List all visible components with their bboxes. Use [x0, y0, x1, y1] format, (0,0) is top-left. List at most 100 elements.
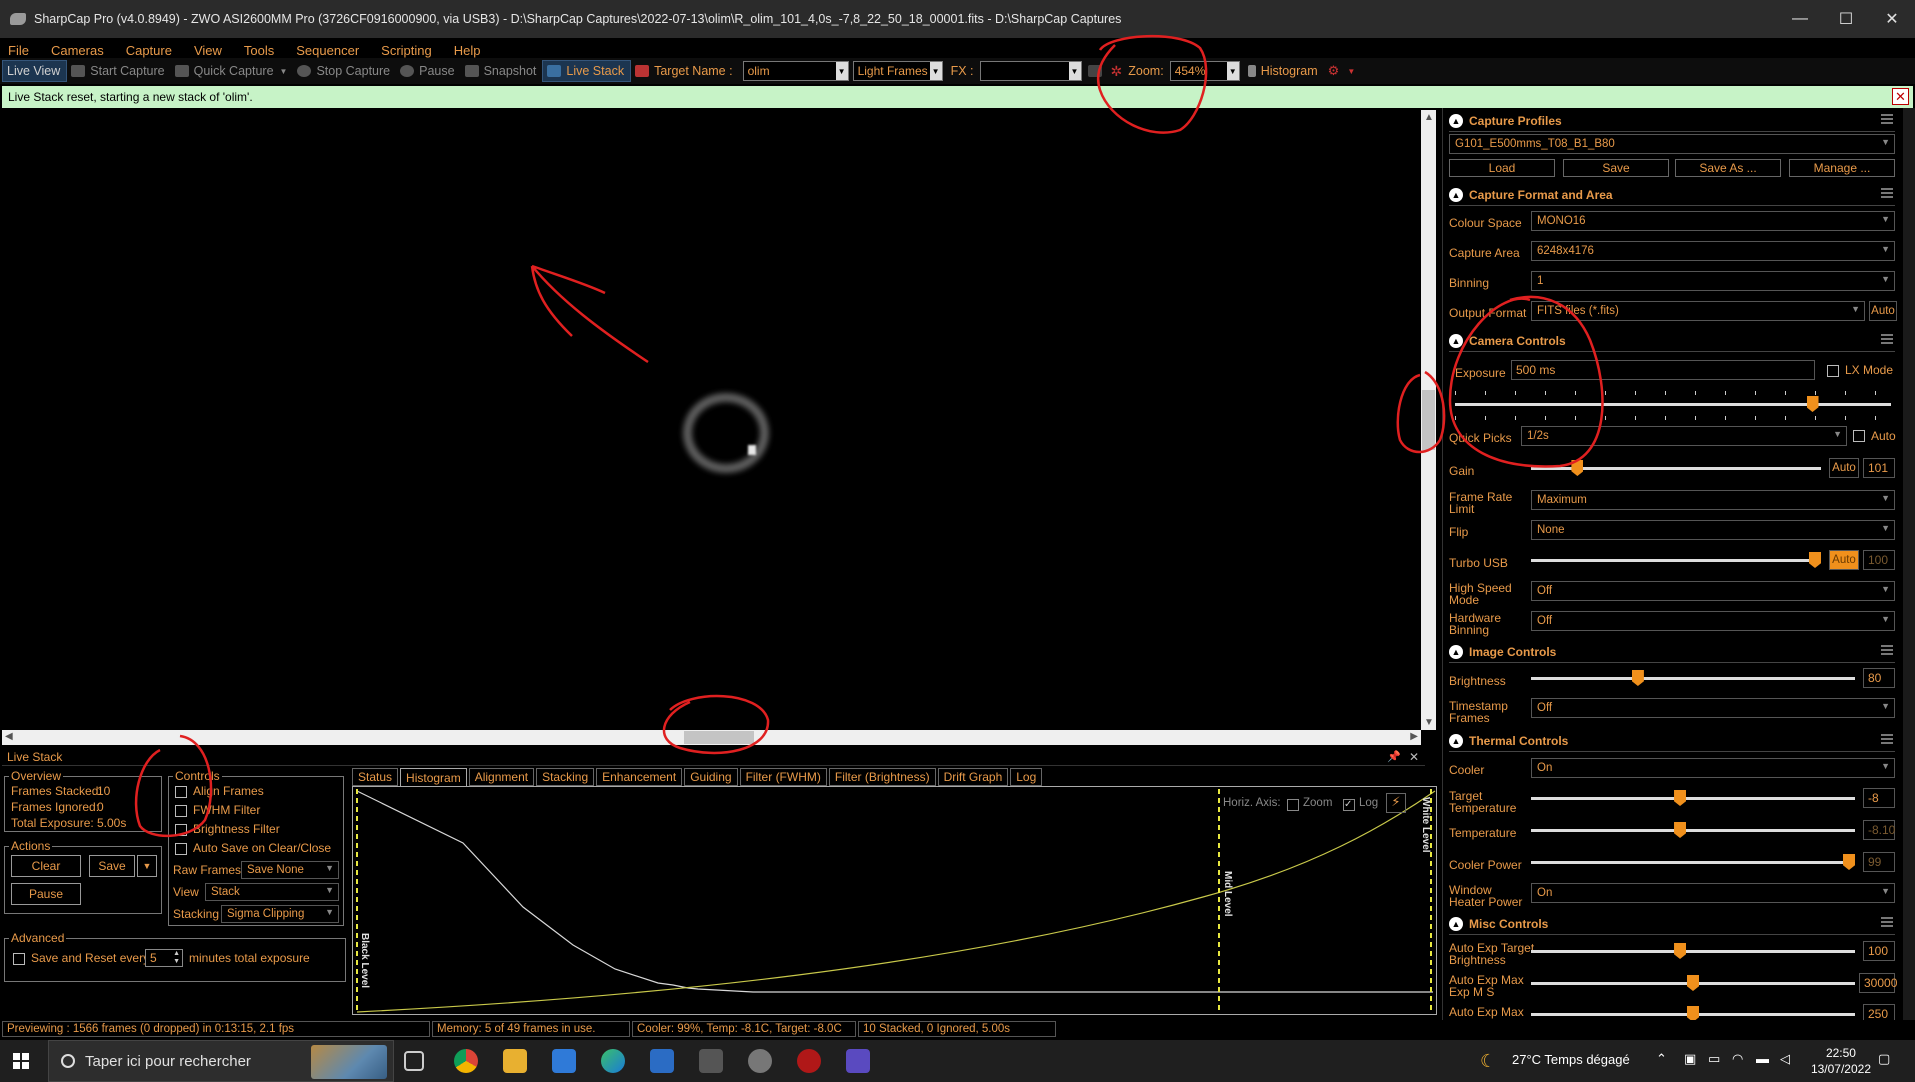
chevron-down-icon[interactable]: ▼ [1347, 67, 1355, 76]
pause-button[interactable]: Pause [396, 60, 460, 82]
save-reset-minutes-input[interactable]: 5 ▲ ▼ [145, 949, 183, 967]
auto-exp-target-slider[interactable] [1531, 943, 1855, 959]
tray-chevron-up-icon[interactable]: ⌃ [1656, 1051, 1667, 1067]
binning-select[interactable]: 1 ▼ [1531, 271, 1895, 291]
chevron-up-icon[interactable]: ▲ [1449, 333, 1463, 348]
zoom-checkbox[interactable] [1287, 799, 1299, 811]
save-profile-button[interactable]: Save [1563, 159, 1669, 177]
menu-tools[interactable]: Tools [244, 43, 274, 58]
tab-log[interactable]: Log [1010, 768, 1043, 786]
gain-slider[interactable] [1531, 460, 1821, 476]
brightness-slider[interactable] [1531, 670, 1855, 686]
mail-icon[interactable] [552, 1049, 576, 1073]
chrome-icon[interactable] [454, 1049, 478, 1073]
hardware-binning-select[interactable]: Off ▼ [1531, 611, 1895, 631]
gain-slider-knob[interactable] [1571, 460, 1584, 476]
chevron-down-icon[interactable]: ▼ [1881, 584, 1890, 594]
viewport-vertical-scrollbar[interactable]: ▲ ▼ [1421, 110, 1436, 730]
chevron-down-icon[interactable]: ▼ [1068, 62, 1081, 80]
tab-filter-fwhm[interactable]: Filter (FWHM) [739, 768, 827, 786]
edge-icon[interactable] [601, 1049, 625, 1073]
spinner-icon[interactable]: ▲ ▼ [173, 950, 180, 966]
timestamp-select[interactable]: Off ▼ [1531, 698, 1895, 718]
live-view-button[interactable]: Live View [2, 60, 68, 82]
fwhm-filter-checkbox[interactable] [175, 805, 187, 817]
auto-exp-max2-slider[interactable] [1531, 1006, 1855, 1020]
scroll-left-icon[interactable]: ◀ [5, 731, 13, 742]
menu-sequencer[interactable]: Sequencer [296, 43, 359, 58]
file-explorer-icon[interactable] [503, 1049, 527, 1073]
chevron-down-icon[interactable]: ▼ [1881, 137, 1890, 147]
tab-status[interactable]: Status [352, 768, 399, 786]
reticule-button[interactable]: ✲ [1109, 60, 1125, 82]
minimize-button[interactable]: — [1777, 0, 1823, 38]
chevron-down-icon[interactable]: ▼ [137, 855, 157, 877]
align-frames-checkbox[interactable] [175, 786, 187, 798]
turbo-usb-input[interactable]: 100 [1863, 550, 1895, 570]
tab-drift-graph[interactable]: Drift Graph [937, 768, 1009, 786]
chevron-down-icon[interactable]: ▼ [1881, 274, 1890, 284]
chevron-down-icon[interactable]: ▼ [1881, 701, 1890, 711]
menu-capture[interactable]: Capture [126, 43, 172, 58]
tab-enhancement[interactable]: Enhancement [596, 768, 683, 786]
tab-stacking[interactable]: Stacking [536, 768, 595, 786]
manage-profiles-button[interactable]: Manage ... [1789, 159, 1895, 177]
menu-icon[interactable] [1881, 188, 1893, 198]
target-temperature-input[interactable]: -8 [1863, 788, 1895, 808]
chevron-down-icon[interactable]: ▼ [1881, 244, 1890, 254]
target-name-input[interactable]: olim ▼ [742, 61, 849, 81]
frame-rate-select[interactable]: Maximum ▼ [1531, 490, 1895, 510]
auto-exp-max-slider[interactable] [1531, 975, 1855, 991]
chevron-down-icon[interactable]: ▼ [1881, 614, 1890, 624]
volume-icon[interactable]: ◁ [1780, 1051, 1790, 1067]
save-reset-checkbox[interactable] [13, 953, 25, 965]
chevron-down-icon[interactable]: ▼ [1881, 523, 1890, 533]
misc-controls-header[interactable]: ▲ Misc Controls [1449, 913, 1895, 935]
raw-frames-select[interactable]: Save None ▼ [241, 861, 339, 879]
sharpcap-taskbar-icon[interactable] [748, 1049, 772, 1073]
lx-mode-checkbox[interactable] [1827, 365, 1839, 377]
viewport-horizontal-scrollbar[interactable]: ◀ ▶ [2, 730, 1421, 745]
chevron-down-icon[interactable]: ▼ [1881, 886, 1890, 896]
stellarium-icon[interactable] [846, 1049, 870, 1073]
live-stack-button[interactable]: Live Stack [542, 60, 632, 82]
telescope-app-icon[interactable] [699, 1049, 723, 1073]
chevron-up-icon[interactable]: ▲ [1449, 733, 1463, 748]
brightness-slider-knob[interactable] [1631, 670, 1644, 686]
scrollbar-thumb[interactable] [1422, 390, 1435, 450]
menu-view[interactable]: View [194, 43, 222, 58]
chevron-down-icon[interactable]: ▼ [1881, 214, 1890, 224]
scroll-down-icon[interactable]: ▼ [1424, 717, 1434, 728]
auto-exp-max2-input[interactable]: 250 [1863, 1004, 1895, 1020]
menu-icon[interactable] [1881, 334, 1893, 344]
auto-exp-max2-knob[interactable] [1687, 1006, 1699, 1020]
frame-type-select[interactable]: Light Frames ▼ [852, 61, 943, 81]
weather-text[interactable]: 27°C Temps dégagé [1512, 1052, 1630, 1067]
histogram-view[interactable]: Black Level Mid Level White Level Horiz.… [352, 786, 1437, 1015]
tray-display-icon[interactable]: ▭ [1708, 1051, 1720, 1067]
document-icon[interactable] [650, 1049, 674, 1073]
start-capture-button[interactable]: Start Capture [67, 60, 170, 82]
exposure-slider-knob[interactable] [1806, 396, 1819, 412]
menu-icon[interactable] [1881, 734, 1893, 744]
chevron-down-icon[interactable]: ▼ [1226, 62, 1239, 80]
log-checkbox[interactable]: ✓ [1343, 799, 1355, 811]
pin-icon[interactable]: 📌 [1387, 750, 1401, 763]
chevron-down-icon[interactable]: ▼ [1881, 761, 1890, 771]
crosshair-button[interactable] [1086, 60, 1109, 82]
tab-histogram[interactable]: Histogram [400, 768, 467, 786]
chevron-down-icon[interactable]: ▼ [929, 62, 942, 80]
maximize-button[interactable]: ☐ [1823, 0, 1869, 38]
turbo-usb-slider-knob[interactable] [1809, 552, 1821, 568]
stop-capture-button[interactable]: Stop Capture [293, 60, 396, 82]
target-temperature-slider[interactable] [1531, 790, 1855, 806]
image-viewport[interactable] [2, 110, 1425, 730]
auto-stretch-icon[interactable]: ⚡ [1386, 793, 1406, 813]
exposure-input[interactable]: 500 ms [1511, 360, 1815, 380]
menu-scripting[interactable]: Scripting [381, 43, 432, 58]
gain-input[interactable]: 101 [1863, 458, 1895, 478]
menu-icon[interactable] [1881, 917, 1893, 927]
chevron-down-icon[interactable]: ▼ [1851, 304, 1860, 314]
wifi-icon[interactable]: ◠ [1732, 1051, 1743, 1067]
record-app-icon[interactable] [797, 1049, 821, 1073]
